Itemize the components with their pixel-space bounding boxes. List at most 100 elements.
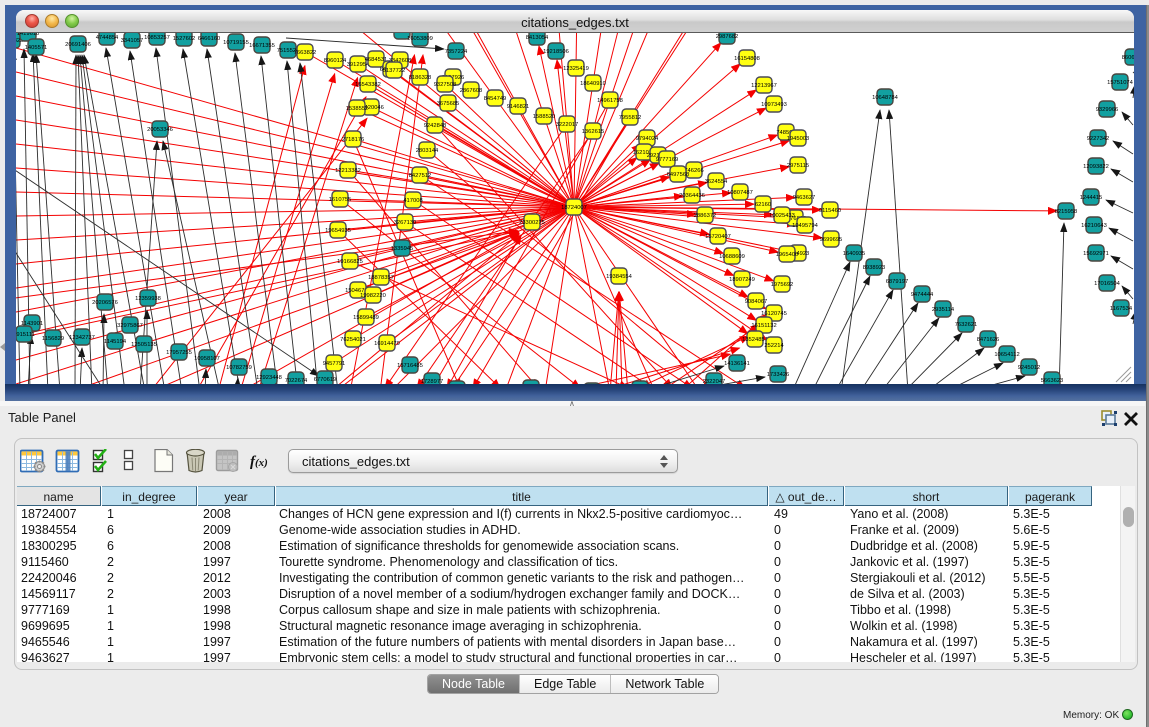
svg-text:7632621: 7632621 xyxy=(955,322,978,328)
svg-text:9115460: 9115460 xyxy=(819,208,841,214)
svg-text:1640935: 1640935 xyxy=(843,251,866,257)
svg-text:6879197: 6879197 xyxy=(886,279,909,285)
svg-text:16543382: 16543382 xyxy=(355,82,381,88)
svg-text:8186328: 8186328 xyxy=(409,75,432,81)
svg-text:1419610: 1419610 xyxy=(17,33,40,37)
svg-text:19218506: 19218506 xyxy=(543,49,569,55)
svg-text:9474444: 9474444 xyxy=(911,292,934,298)
svg-text:17016504: 17016504 xyxy=(1094,281,1121,287)
svg-text:9699695: 9699695 xyxy=(820,237,843,243)
svg-text:9227342: 9227342 xyxy=(1087,136,1110,142)
svg-text:9777169: 9777169 xyxy=(656,157,679,163)
svg-text:18640910: 18640910 xyxy=(580,81,606,87)
svg-text:9457791: 9457791 xyxy=(323,361,346,367)
svg-text:1975692: 1975692 xyxy=(771,282,794,288)
svg-text:9146821: 9146821 xyxy=(507,104,530,110)
svg-text:20364436: 20364436 xyxy=(679,193,705,199)
svg-text:19384554: 19384554 xyxy=(606,274,633,280)
svg-text:9794024: 9794024 xyxy=(636,136,659,142)
svg-text:19495794: 19495794 xyxy=(792,223,819,229)
svg-text:1167534: 1167534 xyxy=(1110,306,1133,312)
svg-text:12505135: 12505135 xyxy=(131,342,157,348)
svg-text:12325419: 12325419 xyxy=(563,66,589,72)
svg-text:16151132: 16151132 xyxy=(751,323,776,329)
svg-text:10719155: 10719155 xyxy=(223,40,249,46)
svg-text:8938923: 8938923 xyxy=(863,265,886,271)
svg-text:19166825: 19166825 xyxy=(337,259,363,265)
svg-text:3915111: 3915111 xyxy=(16,332,35,338)
svg-text:16154808: 16154808 xyxy=(734,56,760,62)
svg-text:19982220: 19982220 xyxy=(360,293,386,299)
svg-text:10782759: 10782759 xyxy=(226,365,252,371)
svg-text:7955812: 7955812 xyxy=(619,115,642,121)
svg-text:2975115: 2975115 xyxy=(787,163,809,169)
svg-text:16671355: 16671355 xyxy=(249,43,275,49)
svg-text:1945003: 1945003 xyxy=(787,136,810,142)
svg-text:10853257: 10853257 xyxy=(144,35,170,41)
svg-text:8454749: 8454749 xyxy=(484,96,507,102)
svg-text:1965400: 1965400 xyxy=(776,252,799,258)
svg-text:19654935: 19654935 xyxy=(325,228,351,234)
svg-text:14136141: 14136141 xyxy=(724,361,750,367)
svg-text:15716485: 15716485 xyxy=(397,363,423,369)
svg-text:1362615: 1362615 xyxy=(582,129,605,135)
svg-text:10807487: 10807487 xyxy=(727,190,753,196)
svg-text:16914479: 16914479 xyxy=(374,341,400,347)
svg-text:6770619: 6770619 xyxy=(314,377,337,383)
svg-text:23300275: 23300275 xyxy=(519,220,545,226)
svg-text:10973493: 10973493 xyxy=(761,102,787,108)
svg-text:10958107: 10958107 xyxy=(194,356,220,362)
svg-text:76254021: 76254021 xyxy=(340,337,366,343)
svg-text:4668136: 4668136 xyxy=(391,33,414,35)
svg-text:f(x): f(x) xyxy=(250,454,268,470)
svg-text:9245012: 9245012 xyxy=(1018,365,1041,371)
svg-text:1405571: 1405571 xyxy=(25,45,48,51)
svg-text:20053346: 20053346 xyxy=(147,127,173,133)
svg-text:9329966: 9329966 xyxy=(1096,107,1119,113)
svg-text:3222017: 3222017 xyxy=(556,122,579,128)
svg-text:1610755: 1610755 xyxy=(329,197,352,203)
svg-text:12342737: 12342737 xyxy=(69,335,95,341)
svg-text:3624554: 3624554 xyxy=(705,179,728,185)
svg-text:5137722: 5137722 xyxy=(383,68,406,74)
svg-text:14961758: 14961758 xyxy=(597,98,623,104)
svg-text:1335945: 1335945 xyxy=(391,246,414,252)
svg-text:8960124: 8960124 xyxy=(324,58,347,64)
svg-text:62160: 62160 xyxy=(755,202,771,208)
svg-text:3675685: 3675685 xyxy=(437,101,460,107)
svg-text:16120745: 16120745 xyxy=(761,311,787,317)
svg-text:1733426: 1733426 xyxy=(767,372,790,378)
svg-text:18878357: 18878357 xyxy=(368,275,394,281)
svg-text:17957255: 17957255 xyxy=(166,350,192,356)
svg-text:3341057: 3341057 xyxy=(121,38,144,44)
svg-text:8215958: 8215958 xyxy=(1055,209,1078,215)
svg-text:2987682: 2987682 xyxy=(716,34,739,40)
svg-text:15720407: 15720407 xyxy=(705,234,731,240)
svg-text:3267130: 3267130 xyxy=(394,220,417,226)
svg-text:16053809: 16053809 xyxy=(407,36,433,42)
svg-text:2718176: 2718176 xyxy=(342,137,365,143)
svg-text:10025433: 10025433 xyxy=(769,213,795,219)
svg-text:32975867: 32975867 xyxy=(117,323,143,329)
svg-text:8471626: 8471626 xyxy=(977,337,1000,343)
svg-text:2867608: 2867608 xyxy=(460,88,483,94)
svg-text:9327508: 9327508 xyxy=(434,82,457,88)
svg-text:1588520: 1588520 xyxy=(533,114,556,120)
svg-text:7357224: 7357224 xyxy=(445,49,468,55)
svg-text:12213967: 12213967 xyxy=(751,83,777,89)
svg-text:1244415: 1244415 xyxy=(1080,195,1103,201)
svg-text:2886372: 2886372 xyxy=(694,213,717,219)
svg-text:9084067: 9084067 xyxy=(745,299,768,305)
svg-text:15751074: 15751074 xyxy=(1107,80,1134,86)
svg-text:8413054: 8413054 xyxy=(526,35,549,41)
svg-text:20691406: 20691406 xyxy=(65,42,91,48)
svg-text:18907249: 18907249 xyxy=(729,277,755,283)
svg-text:20206576: 20206576 xyxy=(92,300,118,306)
svg-text:8606962: 8606962 xyxy=(1122,55,1134,61)
svg-text:15899489: 15899489 xyxy=(353,315,379,321)
svg-text:12923448: 12923448 xyxy=(256,375,282,381)
svg-text:16210643: 16210643 xyxy=(1081,223,1107,229)
svg-text:10688609: 10688609 xyxy=(719,254,745,260)
svg-text:18724007: 18724007 xyxy=(561,205,587,211)
svg-text:10648784: 10648784 xyxy=(872,95,899,101)
